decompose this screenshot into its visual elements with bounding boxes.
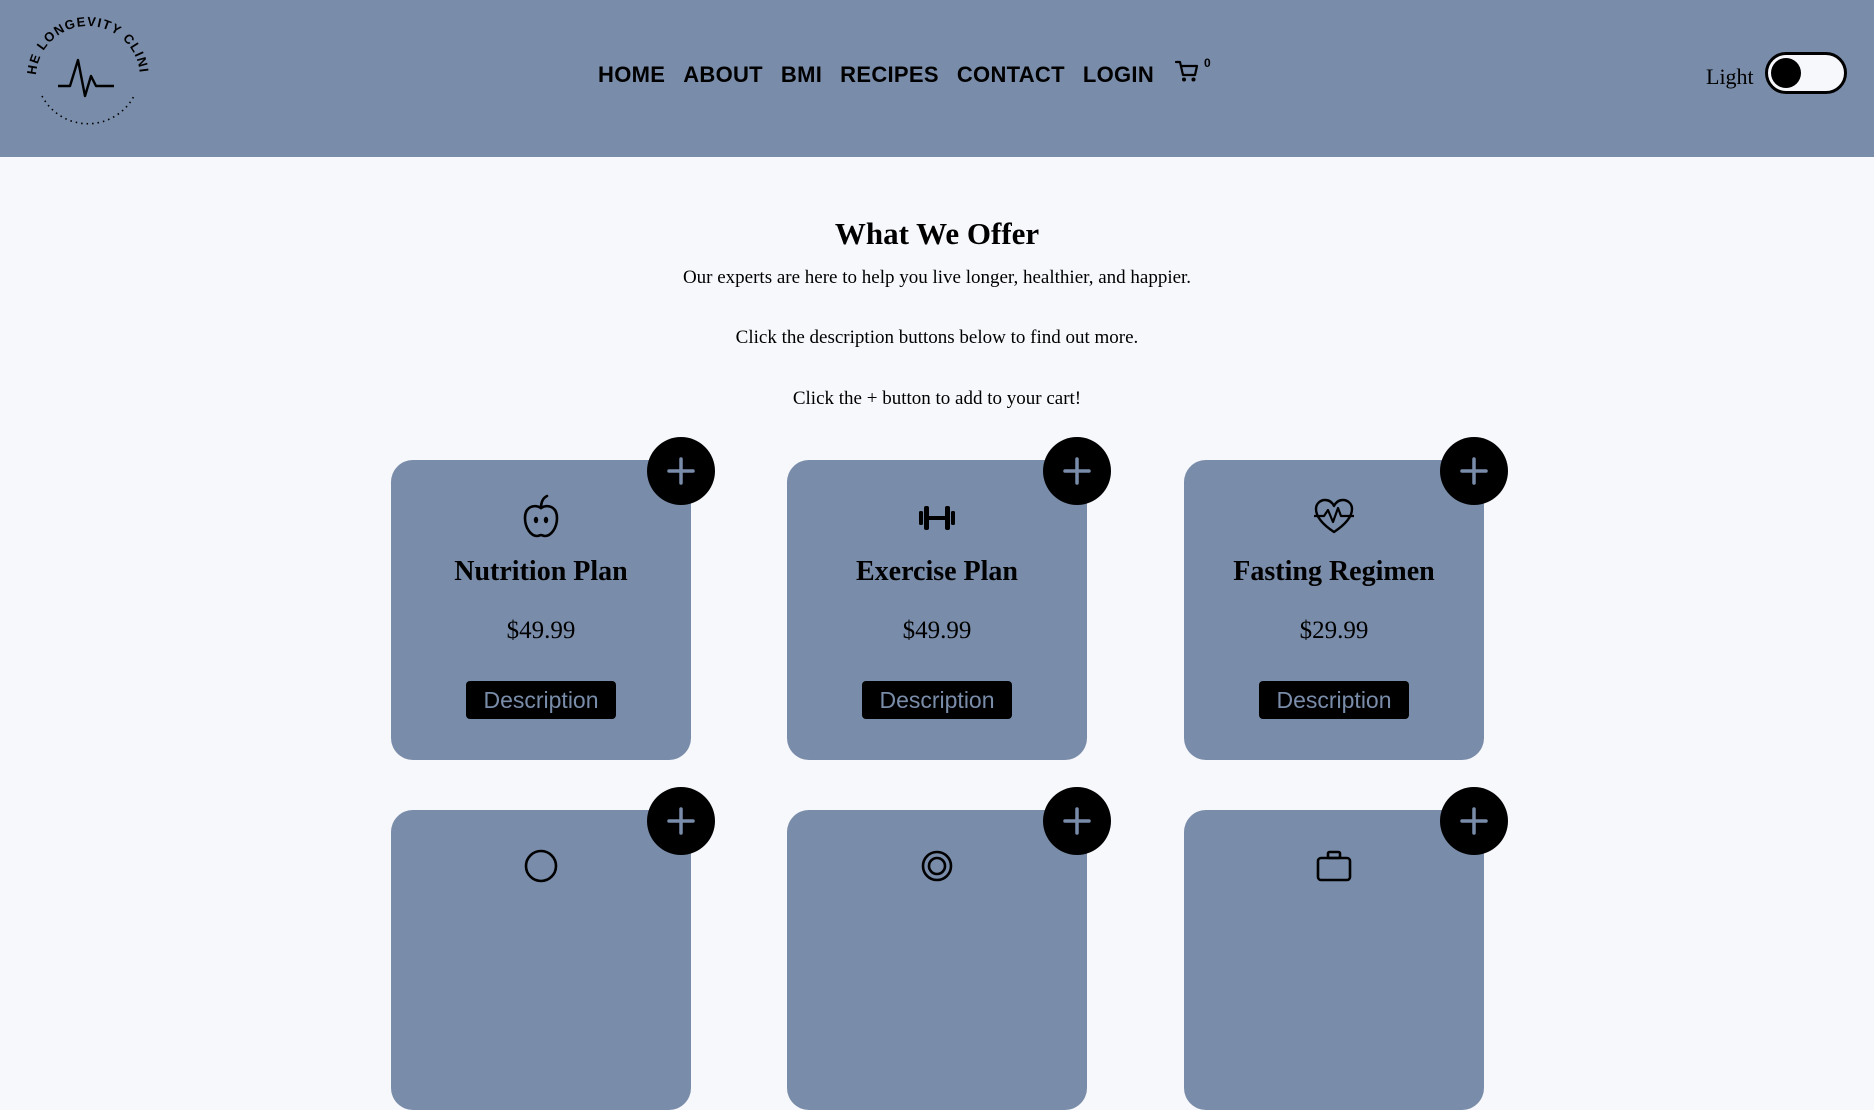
plus-icon bbox=[1063, 807, 1091, 835]
card-price: $29.99 bbox=[1299, 617, 1369, 644]
card-price: $49.99 bbox=[506, 617, 576, 644]
nav-contact[interactable]: CONTACT bbox=[957, 62, 1065, 88]
nav-home[interactable]: HOME bbox=[598, 62, 665, 88]
card-title: Exercise Plan bbox=[855, 556, 1018, 587]
card-title: Fasting Regimen bbox=[1233, 556, 1435, 587]
plus-icon bbox=[1460, 807, 1488, 835]
nav-about[interactable]: ABOUT bbox=[683, 62, 763, 88]
toggle-knob bbox=[1771, 58, 1801, 88]
description-button[interactable]: Description bbox=[466, 681, 616, 719]
add-to-cart-button-nutrition[interactable] bbox=[647, 437, 715, 505]
intro-line-3: Click the + button to add to your cart! bbox=[792, 388, 1082, 409]
add-to-cart-button-6[interactable] bbox=[1440, 787, 1508, 855]
service-card-5 bbox=[787, 810, 1087, 1110]
apple-icon bbox=[523, 494, 559, 538]
plus-icon bbox=[1063, 457, 1091, 485]
plus-icon bbox=[667, 807, 695, 835]
dark-mode-toggle[interactable] bbox=[1765, 52, 1847, 94]
card-title: Nutrition Plan bbox=[454, 556, 628, 587]
cart-icon[interactable] bbox=[1174, 58, 1200, 84]
nav-bmi[interactable]: BMI bbox=[781, 62, 822, 88]
service-card-nutrition: Nutrition Plan $49.99 Description bbox=[391, 460, 691, 760]
service-card-fasting: Fasting Regimen $29.99 Description bbox=[1184, 460, 1484, 760]
add-to-cart-button-5[interactable] bbox=[1043, 787, 1111, 855]
service-card-6 bbox=[1184, 810, 1484, 1110]
moon-icon bbox=[524, 849, 558, 883]
main-nav: HOME ABOUT BMI RECIPES CONTACT LOGIN bbox=[598, 62, 1172, 88]
heartbeat-icon bbox=[1314, 498, 1354, 534]
intro-line-1: Our experts are here to help you live lo… bbox=[682, 267, 1192, 288]
add-to-cart-button-exercise[interactable] bbox=[1043, 437, 1111, 505]
intro-line-2: Click the description buttons below to f… bbox=[735, 327, 1139, 348]
card-price: $49.99 bbox=[902, 617, 972, 644]
svg-text:THE LONGEVITY CLINIC: THE LONGEVITY CLINIC bbox=[22, 16, 152, 76]
cart-count-badge: 0 bbox=[1204, 56, 1211, 70]
theme-label: Light bbox=[1706, 64, 1754, 89]
section-title: What We Offer bbox=[834, 216, 1040, 251]
nav-login[interactable]: LOGIN bbox=[1083, 62, 1154, 88]
add-to-cart-button-4[interactable] bbox=[647, 787, 715, 855]
description-button[interactable]: Description bbox=[862, 681, 1012, 719]
target-icon bbox=[921, 850, 953, 882]
clinic-logo[interactable]: THE LONGEVITY CLINIC bbox=[22, 16, 154, 136]
plus-icon bbox=[667, 457, 695, 485]
site-header: THE LONGEVITY CLINIC HOME ABOUT BMI RECI… bbox=[0, 0, 1874, 157]
add-to-cart-button-fasting[interactable] bbox=[1440, 437, 1508, 505]
plus-icon bbox=[1460, 457, 1488, 485]
dumbbell-icon bbox=[919, 506, 955, 530]
briefcase-icon bbox=[1316, 850, 1352, 882]
nav-recipes[interactable]: RECIPES bbox=[840, 62, 939, 88]
description-button[interactable]: Description bbox=[1259, 681, 1409, 719]
service-card-exercise: Exercise Plan $49.99 Description bbox=[787, 460, 1087, 760]
service-card-4 bbox=[391, 810, 691, 1110]
